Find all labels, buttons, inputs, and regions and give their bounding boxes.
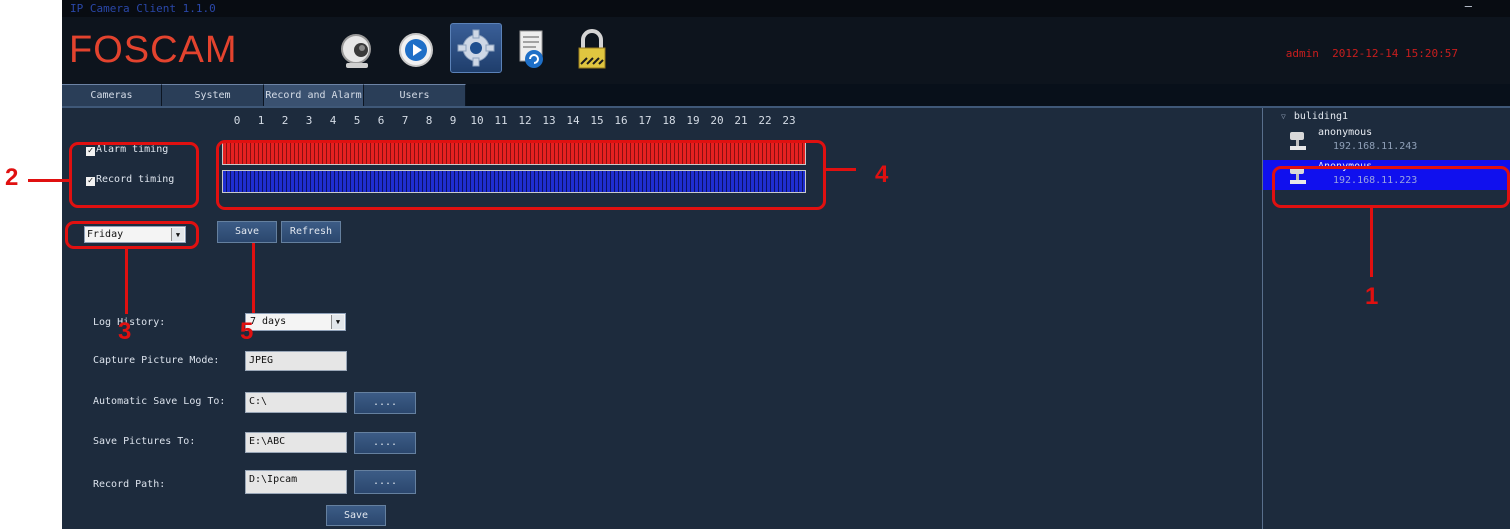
hour-label: 22	[758, 114, 772, 127]
hour-scale: 0 1 2 3 4 5 6 7 8 9 10 11 12 13 14 15 16…	[230, 114, 810, 128]
annotation-line-1	[1370, 207, 1373, 277]
capture-mode-field[interactable]: JPEG	[245, 351, 347, 371]
tab-bar: Cameras System Record and Alarm Users	[62, 84, 1510, 108]
hour-label: 0	[233, 114, 241, 127]
hour-label: 4	[329, 114, 337, 127]
hour-label: 21	[734, 114, 748, 127]
save-pictures-field[interactable]: E:\ABC	[245, 432, 347, 453]
hour-label: 8	[425, 114, 433, 127]
browse-pictures-button[interactable]: ....	[354, 432, 416, 454]
record-path-label: Record Path:	[93, 479, 166, 490]
tab-users[interactable]: Users	[364, 84, 466, 106]
log-history-value: 7 days	[250, 316, 287, 327]
hour-label: 17	[638, 114, 652, 127]
hour-label: 13	[542, 114, 556, 127]
hour-label: 18	[662, 114, 676, 127]
annotation-line-5	[252, 243, 255, 313]
capture-mode-label: Capture Picture Mode:	[93, 355, 220, 366]
window-title: IP Camera Client 1.1.0	[70, 2, 216, 15]
hour-label: 1	[257, 114, 265, 127]
hour-label: 16	[614, 114, 628, 127]
hour-label: 5	[353, 114, 361, 127]
annotation-box-4	[216, 140, 826, 210]
annotation-line-3	[125, 249, 128, 314]
annotation-line-2	[28, 179, 70, 182]
annotation-number-4: 4	[875, 161, 889, 188]
tab-system[interactable]: System	[162, 84, 264, 106]
annotation-number-1: 1	[1365, 283, 1379, 310]
auto-save-log-label: Automatic Save Log To:	[93, 396, 226, 407]
lock-icon[interactable]	[566, 25, 618, 75]
auto-save-log-field[interactable]: C:\	[245, 392, 347, 413]
header: FOSCAM admin 2012-12-14 15:20:57	[62, 17, 1510, 84]
expand-arrow-icon[interactable]: ▽	[1281, 112, 1286, 121]
user-datetime: admin 2012-12-14 15:20:57	[1286, 47, 1458, 60]
annotation-line-4	[826, 168, 856, 171]
device-name: anonymous	[1318, 127, 1373, 138]
tab-record-and-alarm[interactable]: Record and Alarm	[264, 84, 364, 106]
hour-label: 3	[305, 114, 313, 127]
hour-label: 20	[710, 114, 724, 127]
annotation-box-2	[69, 142, 199, 208]
minimize-button[interactable]: –	[1465, 0, 1472, 15]
tab-cameras[interactable]: Cameras	[62, 84, 162, 106]
document-icon[interactable]	[508, 25, 560, 75]
hour-label: 12	[518, 114, 532, 127]
app-window: IP Camera Client 1.1.0 – FOSCAM admin 20…	[62, 0, 1510, 529]
hour-label: 2	[281, 114, 289, 127]
title-bar: IP Camera Client 1.1.0 –	[62, 0, 1510, 17]
hour-label: 10	[470, 114, 484, 127]
device-item[interactable]: anonymous 192.168.11.243	[1263, 126, 1510, 156]
annotation-number-2: 2	[5, 164, 19, 191]
username: admin	[1285, 47, 1319, 60]
log-history-select[interactable]: 7 days ▼	[245, 313, 346, 331]
annotation-box-3	[65, 221, 199, 249]
hour-label: 19	[686, 114, 700, 127]
save-pictures-label: Save Pictures To:	[93, 436, 196, 447]
hour-label: 14	[566, 114, 580, 127]
camera-icon[interactable]	[332, 25, 384, 75]
dropdown-arrow-icon[interactable]: ▼	[331, 315, 344, 329]
playback-icon[interactable]	[390, 25, 442, 75]
group-name: buliding1	[1293, 111, 1349, 122]
device-ip: 192.168.11.243	[1333, 141, 1418, 152]
device-group[interactable]: ▽ buliding1	[1281, 111, 1348, 122]
hour-label: 9	[449, 114, 457, 127]
refresh-button[interactable]: Refresh	[281, 221, 341, 243]
settings-gear-icon[interactable]	[450, 23, 502, 73]
annotation-number-3: 3	[118, 318, 132, 345]
browse-record-path-button[interactable]: ....	[354, 470, 416, 494]
record-path-field[interactable]: D:\Ipcam	[245, 470, 347, 494]
camera-device-icon	[1290, 132, 1306, 150]
save-schedule-button[interactable]: Save	[217, 221, 277, 243]
annotation-box-1	[1272, 166, 1510, 208]
annotation-number-5: 5	[240, 318, 254, 345]
browse-log-button[interactable]: ....	[354, 392, 416, 414]
hour-label: 6	[377, 114, 385, 127]
save-settings-button[interactable]: Save	[326, 505, 386, 526]
hour-label: 7	[401, 114, 409, 127]
foscam-logo: FOSCAM	[69, 29, 238, 71]
hour-label: 15	[590, 114, 604, 127]
hour-label: 11	[494, 114, 508, 127]
hour-label: 23	[782, 114, 796, 127]
datetime: 2012-12-14 15:20:57	[1332, 47, 1458, 60]
